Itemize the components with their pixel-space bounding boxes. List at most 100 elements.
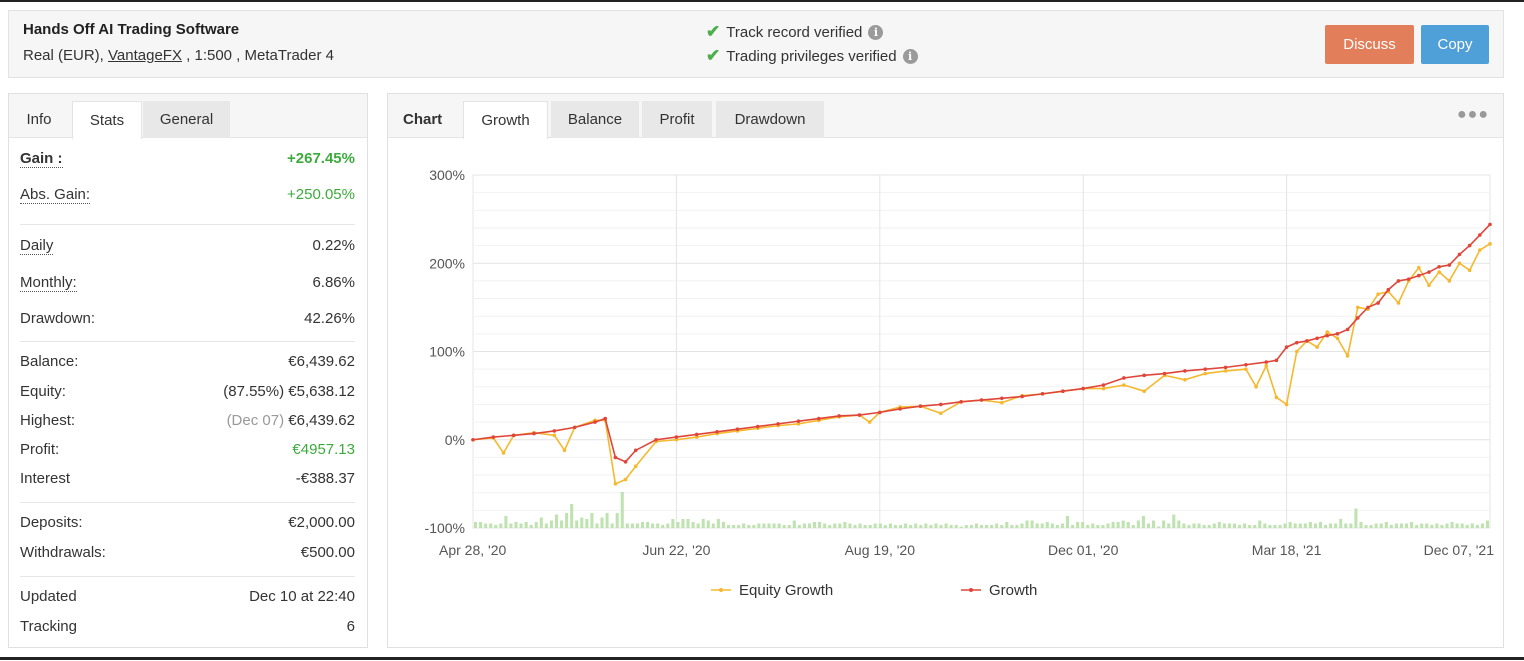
growth-point [623,460,628,464]
equity-growth-point [1183,377,1187,382]
discuss-button[interactable]: Discuss [1325,25,1414,64]
volume-bar [676,522,680,528]
volume-bar [1116,522,1120,528]
gain-label[interactable]: Gain : [20,150,63,168]
volume-bar [686,519,690,528]
growth-point [1345,327,1350,332]
growth-point [1000,396,1004,401]
tab-stats[interactable]: Stats [72,101,142,139]
growth-point [1274,358,1279,363]
growth-point [1305,339,1309,343]
equity-growth-point [867,420,872,424]
more-options-icon[interactable]: ●●● [1457,106,1489,124]
monthly-label[interactable]: Monthly: [20,274,77,292]
highest-label: Highest: [20,412,76,429]
volume-bar [1030,520,1034,528]
volume-bar [575,520,579,528]
volume-bar [479,522,483,528]
volume-bar [757,523,761,528]
equity-growth-point [1447,279,1452,283]
growth-point [552,429,557,433]
volume-bar [1359,522,1363,528]
growth-point [1315,336,1319,341]
volume-bar [666,523,670,528]
info-icon[interactable]: i [868,24,884,40]
tab-info[interactable]: Info [9,101,69,138]
withdrawals-label: Withdrawals: [20,544,106,561]
volume-bar [777,523,781,528]
abs-gain-label[interactable]: Abs. Gain: [20,186,91,204]
volume-bar [701,519,705,528]
highest-row: Highest: (Dec 07) €6,439.62 [20,412,355,432]
volume-bar [590,513,594,528]
equity-growth-point [633,464,638,469]
bottom-border [0,657,1524,660]
growth-point [572,425,577,430]
volume-bar [1354,508,1358,528]
volume-bar [772,523,776,528]
volume-bar [509,523,513,528]
tab-general[interactable]: General [143,101,230,138]
equity-growth-point [1203,371,1208,376]
volume-bar [863,525,867,528]
growth-point [674,435,679,439]
volume-bar [1420,523,1424,528]
system-header: Hands Off AI Trading Software Real (EUR)… [8,10,1504,78]
drawdown-label: Drawdown: [20,310,96,327]
growth-point [776,422,780,426]
volume-bar [1096,525,1100,528]
interest-row: Interest -€388.37 [20,470,355,490]
check-icon: ✔ [706,22,721,41]
growth-point [593,420,597,424]
equity-growth-point [1274,395,1279,400]
volume-bar [752,525,756,528]
volume-bar [696,523,700,528]
tracking-value: 6 [346,618,355,635]
volume-bar [1349,523,1353,528]
trading-privileges-verified: ✔ Trading privileges verified i [706,46,918,66]
volume-bar [1379,523,1383,528]
volume-bar [813,522,817,528]
info-icon[interactable]: i [902,48,918,64]
volume-bar [1430,525,1434,528]
growth-point [1417,273,1421,278]
growth-point [939,402,943,407]
daily-label[interactable]: Daily [20,237,54,255]
volume-bar [1071,525,1075,528]
deposits-row: Deposits: €2,000.00 [20,514,355,534]
equity-growth-point [1396,301,1401,305]
volume-bar [1167,523,1171,528]
volume-bar [959,526,963,528]
growth-point [1386,287,1391,292]
growth-point [1488,222,1492,227]
volume-bar [883,525,887,528]
tab-growth[interactable]: Growth [463,101,548,139]
volume-bar [1248,525,1252,528]
volume-bar [787,525,791,528]
copy-button[interactable]: Copy [1421,25,1489,64]
tab-balance[interactable]: Balance [551,101,639,138]
abs-gain-row: Abs. Gain: +250.05% [20,186,355,206]
tab-profit[interactable]: Profit [642,101,712,138]
account-type: Real (EUR), [23,47,109,64]
growth-point [1061,389,1065,394]
volume-bar [1121,520,1125,528]
volume-bar [1065,516,1070,528]
broker-link[interactable]: VantageFX [108,47,182,64]
updated-label: Updated [20,588,77,605]
volume-bar [706,520,710,528]
volume-bar [1440,525,1444,528]
trading-privileges-label: Trading privileges verified [726,47,897,65]
volume-bar [534,522,538,528]
volume-bar [671,519,675,528]
volume-bar [1010,525,1014,528]
tab-drawdown[interactable]: Drawdown [716,101,824,138]
growth-point [1427,270,1431,274]
volume-bar [1475,525,1479,528]
growth-chart[interactable]: 300% 200% 100% 0% -100% Apr 28, '20 Jun 22, '2… [388,138,1503,646]
growth-point [1183,369,1187,373]
volume-bar [1334,523,1338,528]
volume-bar [1268,525,1272,528]
growth-point [511,433,516,438]
check-icon: ✔ [706,46,721,65]
